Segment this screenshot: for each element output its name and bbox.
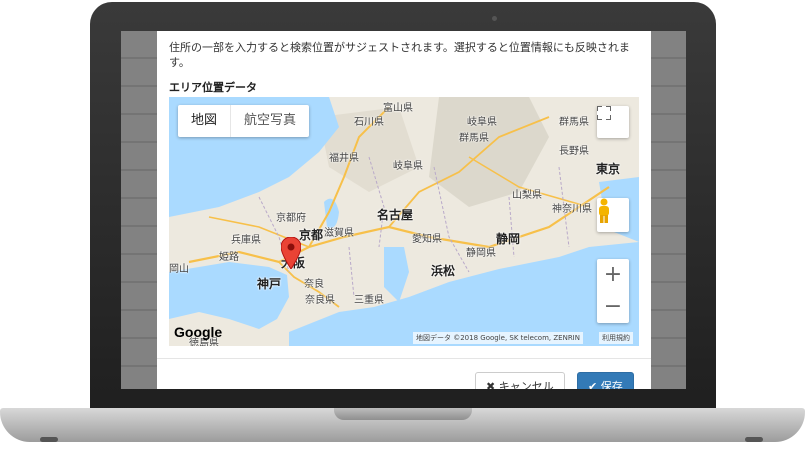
map-type-roadmap[interactable]: 地図 [178, 105, 230, 137]
label-shiga: 滋賀県 [324, 228, 354, 239]
laptop-foot-left [40, 437, 58, 442]
label-toyama: 富山県 [383, 103, 413, 114]
label-nagano: 長野県 [559, 146, 589, 157]
pegman-icon [599, 198, 609, 223]
zoom-control: + − [597, 259, 629, 323]
save-button[interactable]: ✔ 保存 [577, 372, 634, 389]
label-ishikawa: 石川県 [354, 117, 384, 128]
modal-footer-divider [157, 358, 651, 359]
label-nara: 奈良県 [305, 295, 335, 306]
area-data-label: エリア位置データ [169, 81, 257, 94]
camera-dot [492, 16, 497, 21]
label-kyotofu: 京都府 [276, 213, 306, 224]
zoom-out-icon[interactable]: − [597, 291, 629, 323]
google-logo: Google [174, 324, 223, 340]
label-gifu-top: 岐阜県 [467, 117, 497, 128]
cancel-button[interactable]: ✖ キャンセル [475, 372, 565, 389]
label-gifu: 岐阜県 [393, 161, 423, 172]
map-terms-link[interactable]: 利用規約 [599, 332, 633, 344]
google-map[interactable]: 富山県 石川県 岐阜県 群馬県 群馬県 福井県 岐阜県 長野県 東京 山梨県 神… [169, 97, 639, 346]
map-type-control: 地図 航空写真 [178, 105, 310, 137]
laptop-screen: 住所の一部を入力すると検索位置がサジェストされます。選択すると位置情報にも反映さ… [121, 31, 686, 389]
label-okayama: 岡山 [169, 264, 189, 275]
label-kobe: 神戸 [257, 277, 282, 291]
label-mie: 三重県 [354, 295, 384, 306]
laptop-opening-notch [334, 408, 472, 420]
label-nara-city: 奈良 [304, 279, 324, 290]
area-dialog: 住所の一部を入力すると検索位置がサジェストされます。選択すると位置情報にも反映さ… [157, 31, 651, 389]
fullscreen-button[interactable] [597, 106, 629, 138]
help-text: 住所の一部を入力すると検索位置がサジェストされます。選択すると位置情報にも反映さ… [169, 41, 630, 69]
label-shizuoka-pref: 静岡県 [466, 248, 496, 259]
street-view-pegman-button[interactable] [597, 198, 629, 232]
label-hyogo: 兵庫県 [231, 235, 261, 246]
check-icon: ✔ [588, 380, 598, 389]
fullscreen-icon [597, 106, 611, 120]
label-kyoto: 京都 [299, 228, 324, 242]
save-button-label: 保存 [600, 380, 623, 389]
label-tokyo: 東京 [596, 162, 621, 176]
label-nagoya: 名古屋 [377, 208, 414, 222]
label-shizuoka: 静岡 [496, 232, 521, 246]
laptop-foot-right [745, 437, 763, 442]
label-himeji: 姫路 [219, 252, 239, 263]
map-type-satellite[interactable]: 航空写真 [230, 105, 309, 137]
label-aichi: 愛知県 [412, 234, 442, 245]
close-icon: ✖ [486, 380, 496, 389]
zoom-in-icon[interactable]: + [597, 259, 629, 291]
label-kanagawa: 神奈川県 [552, 204, 592, 215]
map-marker-icon[interactable] [281, 237, 301, 269]
label-gunma: 群馬県 [459, 133, 489, 144]
label-gunma-top: 群馬県 [559, 117, 589, 128]
label-hamamatsu: 浜松 [431, 264, 456, 278]
label-yamanashi: 山梨県 [512, 190, 542, 201]
cancel-button-label: キャンセル [498, 380, 554, 389]
label-fukui: 福井県 [329, 153, 359, 164]
map-attribution: 地図データ ©2018 Google, SK telecom, ZENRIN [413, 332, 583, 344]
